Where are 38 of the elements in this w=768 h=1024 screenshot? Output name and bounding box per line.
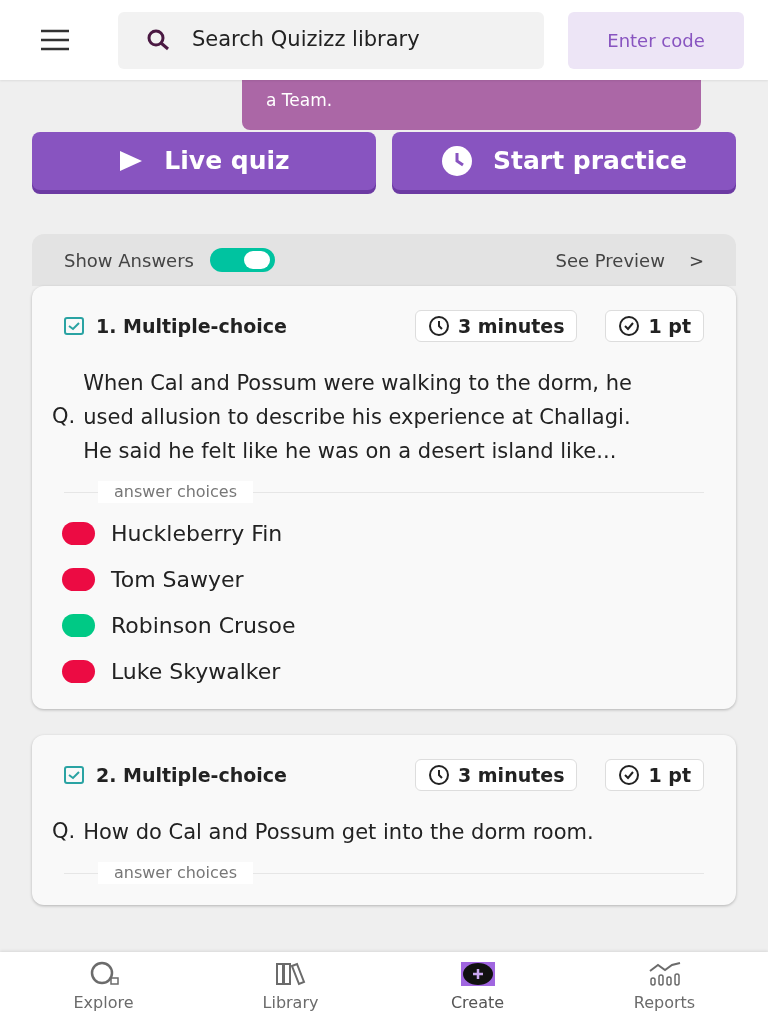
show-answers-toggle[interactable] (209, 248, 275, 272)
check-circle-icon (618, 315, 641, 337)
chart-icon (647, 961, 682, 987)
points-label: 1 pt (648, 313, 691, 339)
answer-choice: Huckleberry Fin (111, 520, 283, 547)
checkbox-icon (64, 766, 84, 784)
answer-choices-label: answer choices (98, 862, 254, 884)
clock-icon (428, 315, 450, 337)
question-type: 2. Multiple-choice (96, 762, 288, 788)
search-field[interactable]: Search Quizizz library (118, 11, 544, 69)
question-text: How do Cal and Possum get into the dorm room. (83, 819, 594, 846)
time-label: 3 minutes (458, 313, 565, 339)
books-icon (273, 961, 308, 987)
search-icon (146, 29, 172, 51)
points-label: 1 pt (648, 762, 691, 788)
answer-choice: Tom Sawyer (111, 566, 244, 593)
clock-icon (428, 764, 450, 786)
menu-icon[interactable] (40, 29, 70, 51)
answer-choices-label: answer choices (98, 481, 254, 503)
nav-tab[interactable]: Reports (571, 952, 758, 1024)
check-circle-icon (618, 764, 641, 786)
nav-tab[interactable]: Explore (10, 952, 197, 1024)
question-text: When Cal and Possum were walking to the dorm, he used allusion to describe his experience at Challagi. He said he felt like he was on a desert island like... (83, 370, 633, 465)
checkbox-icon (64, 317, 84, 335)
see-preview-link[interactable]: See Preview > (555, 246, 704, 274)
answer-choice: Luke Skywalker (111, 658, 281, 685)
answer-choice: Robinson Crusoe (111, 612, 296, 639)
plus-icon (460, 961, 495, 987)
time-label: 3 minutes (458, 762, 565, 788)
question-marker: Q. (52, 403, 76, 431)
question-marker: Q. (52, 818, 76, 846)
nav-tab[interactable]: Library (197, 952, 384, 1024)
tooltip: a Team. (242, 80, 701, 130)
nav-tab[interactable]: Create (384, 952, 571, 1024)
show-answers-label: Show Answers (64, 248, 194, 273)
clock-icon (441, 145, 473, 177)
enter-code-button[interactable]: Enter code (568, 11, 744, 69)
question-type: 1. Multiple-choice (96, 313, 288, 339)
